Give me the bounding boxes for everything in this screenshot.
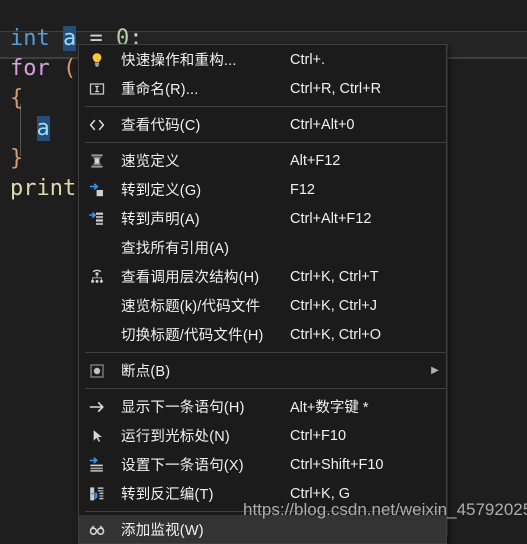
code-line-3: {	[10, 84, 23, 114]
menu-item-6[interactable]: 转到定义(G) F12	[79, 175, 446, 204]
menu-item-9[interactable]: 查看调用层次结构(H) Ctrl+K, Ctrl+T	[79, 262, 446, 291]
menu-item-0[interactable]: 快速操作和重构... Ctrl+.	[79, 45, 446, 74]
show-next-statement-icon	[79, 392, 115, 421]
menu-item-17[interactable]: 设置下一条语句(X) Ctrl+Shift+F10	[79, 450, 446, 479]
code-token: int	[10, 26, 50, 51]
peek-definition-icon	[79, 146, 115, 175]
watch-icon	[79, 515, 115, 543]
menu-item-label: 快速操作和重构...	[121, 53, 237, 69]
code-line-4: a	[10, 114, 50, 144]
menu-item-shortcut: Ctrl+K, Ctrl+J	[290, 297, 378, 314]
menu-item-shortcut: Ctrl+Alt+F12	[290, 210, 372, 227]
menu-item-label: 显示下一条语句(H)	[121, 400, 245, 416]
menu-item-label: 添加监视(W)	[121, 523, 204, 539]
menu-item-label: 运行到光标处(N)	[121, 429, 230, 445]
code-token: }	[10, 146, 24, 171]
code-line-5: }	[10, 144, 23, 174]
rename-icon	[79, 74, 115, 103]
code-token: a	[36, 116, 50, 141]
set-next-statement-icon	[79, 450, 115, 479]
menu-separator	[85, 106, 446, 107]
menu-item-8[interactable]: 查找所有引用(A)	[79, 233, 446, 262]
code-token: for	[10, 56, 50, 81]
menu-item-5[interactable]: 速览定义 Alt+F12	[79, 146, 446, 175]
editor-vertical-rule	[447, 44, 448, 536]
code-line-2: for (	[10, 54, 76, 84]
menu-item-shortcut: Ctrl+Alt+0	[290, 116, 355, 133]
menu-item-15[interactable]: 显示下一条语句(H) Alt+数字键 *	[79, 392, 446, 421]
code-token: a	[63, 26, 77, 51]
view-code-icon	[79, 110, 115, 139]
menu-item-label: 速览定义	[121, 154, 180, 170]
code-token: {	[10, 86, 24, 111]
menu-item-shortcut: Alt+F12	[290, 152, 341, 169]
watermark-text: https://blog.csdn.net/weixin_45792025	[243, 500, 527, 519]
run-to-cursor-icon	[79, 421, 115, 450]
menu-item-shortcut: F12	[290, 181, 315, 198]
menu-item-1[interactable]: 重命名(R)... Ctrl+R, Ctrl+R	[79, 74, 446, 103]
menu-item-shortcut: Ctrl+R, Ctrl+R	[290, 80, 382, 97]
code-token: (	[63, 56, 77, 81]
code-line-6: print	[10, 174, 76, 204]
go-to-declaration-icon	[79, 204, 115, 233]
menu-item-shortcut: Alt+数字键 *	[290, 400, 369, 416]
disassembly-icon	[79, 479, 115, 508]
submenu-arrow-icon: ▶	[431, 365, 439, 376]
lightbulb-icon	[79, 45, 115, 74]
menu-item-shortcut: Ctrl+K, Ctrl+O	[290, 326, 382, 343]
menu-item-label: 断点(B)	[121, 364, 171, 380]
menu-item-shortcut: Ctrl+Shift+F10	[290, 456, 384, 473]
menu-item-icon-placeholder	[79, 291, 115, 320]
menu-item-label: 设置下一条语句(X)	[121, 458, 244, 474]
menu-item-shortcut: Ctrl+K, Ctrl+T	[290, 268, 379, 285]
menu-separator	[85, 142, 446, 143]
code-token: print	[10, 176, 77, 201]
menu-item-11[interactable]: 切换标题/代码文件(H) Ctrl+K, Ctrl+O	[79, 320, 446, 349]
menu-separator	[85, 388, 446, 389]
menu-item-label: 查找所有引用(A)	[121, 241, 230, 257]
menu-item-label: 查看调用层次结构(H)	[121, 270, 260, 286]
menu-item-label: 速览标题(k)/代码文件	[121, 299, 261, 315]
context-menu[interactable]: 快速操作和重构... Ctrl+. 重命名(R)... Ctrl+R, Ctrl+R 查…	[78, 44, 447, 544]
go-to-definition-icon	[79, 175, 115, 204]
menu-item-16[interactable]: 运行到光标处(N) Ctrl+F10	[79, 421, 446, 450]
menu-item-13[interactable]: 断点(B) ▶	[79, 356, 446, 385]
menu-item-label: 转到定义(G)	[121, 183, 202, 199]
call-hierarchy-icon	[79, 262, 115, 291]
menu-item-7[interactable]: 转到声明(A) Ctrl+Alt+F12	[79, 204, 446, 233]
menu-item-shortcut: Ctrl+F10	[290, 427, 347, 444]
menu-item-icon-placeholder	[79, 320, 115, 349]
menu-item-10[interactable]: 速览标题(k)/代码文件 Ctrl+K, Ctrl+J	[79, 291, 446, 320]
menu-item-label: 转到声明(A)	[121, 212, 200, 228]
menu-separator	[85, 352, 446, 353]
menu-item-3[interactable]: 查看代码(C) Ctrl+Alt+0	[79, 110, 446, 139]
menu-item-label: 切换标题/代码文件(H)	[121, 328, 264, 344]
menu-item-shortcut: Ctrl+.	[290, 51, 326, 68]
menu-item-label: 重命名(R)...	[121, 82, 199, 98]
menu-item-list: 快速操作和重构... Ctrl+. 重命名(R)... Ctrl+R, Ctrl+R 查…	[79, 45, 446, 543]
menu-item-icon-placeholder	[79, 233, 115, 262]
menu-item-label: 查看代码(C)	[121, 118, 201, 134]
breakpoint-icon	[79, 356, 115, 385]
